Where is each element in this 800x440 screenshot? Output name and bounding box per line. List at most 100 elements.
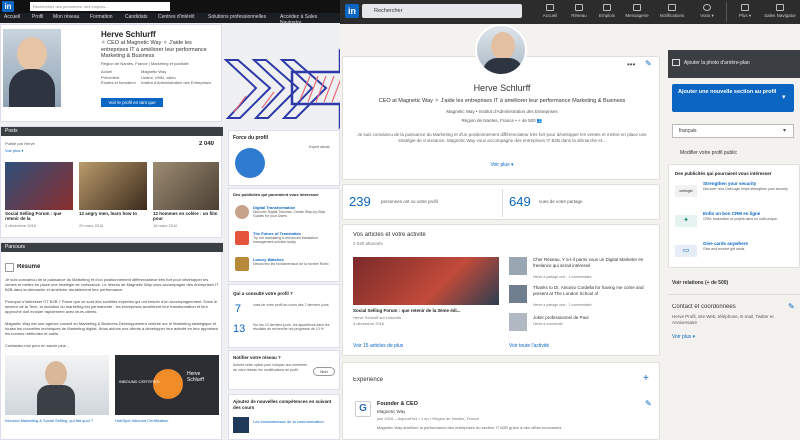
new-ad-title[interactable]: Give cards anywhere — [703, 241, 748, 246]
old-nav-interests[interactable]: Centres d'intérêt — [158, 14, 195, 20]
course-thumbnail[interactable] — [233, 417, 249, 433]
nav-jobs[interactable]: Emplois — [592, 2, 622, 18]
old-media-video-thumbnail[interactable] — [5, 355, 109, 415]
old-post-thumbnail[interactable] — [79, 162, 147, 210]
activity-article-date: 4 décembre 2016 — [353, 321, 385, 326]
new-profile-location: Région de Nantes, France • + de 500 👥 — [461, 118, 543, 123]
add-section-label: Ajouter une nouvelle section au profil — [678, 89, 777, 95]
old-post-title[interactable]: 12 hommes en colère : un film pour — [153, 211, 219, 221]
new-experience-card: Expérience + G Founder & CEO Magnetic Wa… — [342, 362, 660, 440]
activity-article-image[interactable] — [353, 257, 499, 305]
nav-more[interactable]: Plus ▾ — [730, 2, 760, 19]
new-top-bar: in Rechercher Accueil Réseau Emplois Mes… — [340, 0, 800, 24]
old-nav-network[interactable]: Mon réseau — [53, 14, 79, 20]
nav-network[interactable]: Réseau — [564, 2, 594, 18]
old-post-thumbnail[interactable] — [5, 162, 73, 210]
edit-pencil-icon[interactable]: ✎ — [645, 399, 652, 408]
old-viewers-number[interactable]: 13 — [233, 323, 245, 335]
old-courses-card: Ajoutez de nouvelles compétences en suiv… — [228, 394, 340, 440]
new-profile-see-more-link[interactable]: Voir plus ▾ — [343, 162, 661, 168]
old-posts-see-all-link[interactable]: Voir plus ▾ — [5, 148, 23, 153]
summary-icon — [5, 263, 14, 272]
more-options-icon[interactable]: ••• — [627, 60, 635, 69]
old-view-as-button[interactable]: Voir le profil en tant que — [101, 98, 163, 107]
old-post-date: 29 mars 2016 — [79, 223, 104, 228]
old-summary-paragraph: Pourquoi s'intéresser l'IT B2B ? Parce q… — [5, 299, 218, 314]
new-ad-title[interactable]: Enfin un bon CRM en ligne — [703, 211, 760, 216]
new-ad-title[interactable]: Strengthen your security — [703, 181, 756, 186]
see-all-activity-link[interactable]: Voir toute l'activité — [509, 343, 549, 349]
feed-thumbnail[interactable] — [509, 285, 527, 303]
bell-icon — [668, 4, 676, 11]
experience-description: Magnetic Way améliore la performance des… — [377, 425, 562, 430]
old-linkedin-logo[interactable]: in — [2, 1, 14, 12]
edit-pencil-icon[interactable]: ✎ — [788, 302, 795, 311]
old-nav-business[interactable]: Solutions professionnelles — [208, 14, 266, 20]
feed-text[interactable]: Joker professionnel de Paul — [533, 315, 657, 321]
old-summary-contact-line: Contactez-moi pour en savoir plus... — [5, 343, 70, 348]
cover-photo-banner[interactable]: Ajouter la photo d'arrière-plan — [668, 50, 800, 78]
old-nav-training[interactable]: Formation — [90, 14, 113, 20]
stat-number[interactable]: 239 — [349, 194, 371, 209]
old-notify-toggle[interactable]: Non — [313, 367, 335, 376]
old-viewers-number[interactable]: 7 — [235, 303, 241, 315]
old-profile-photo[interactable] — [3, 29, 61, 107]
compass-icon — [776, 4, 784, 11]
nav-sales-navigator[interactable]: Sales Navigator — [760, 2, 800, 18]
nav-messaging[interactable]: Messagerie — [622, 2, 652, 18]
nav-home[interactable]: Accueil — [535, 2, 565, 18]
nav-me[interactable]: Vous ▾ — [692, 2, 722, 19]
old-media-certificate-thumbnail[interactable]: INBOUND CERTIFIED Herve Schlurff — [115, 355, 219, 415]
old-nav-profile[interactable]: Profil — [32, 14, 43, 20]
old-post-title[interactable]: 12 angry men, learn how to — [79, 211, 147, 216]
old-course-title[interactable]: Les fondamentaux de la communication — [253, 419, 337, 424]
language-select[interactable]: français ▾ — [672, 124, 794, 138]
feed-thumbnail[interactable] — [509, 257, 527, 275]
old-media-caption[interactable]: HubSpot Inbound Certification — [115, 418, 219, 423]
old-post-title[interactable]: Social Selling Forum : que retenir de la — [5, 211, 73, 221]
experience-company[interactable]: Magnetic Way — [377, 409, 405, 414]
old-post-date: 16 mars 2016 — [153, 223, 178, 228]
old-nav-candidates[interactable]: Candidats — [125, 14, 148, 20]
edit-pencil-icon[interactable]: ✎ — [645, 59, 652, 68]
network-icon — [575, 4, 583, 11]
stat-number[interactable]: 649 — [509, 194, 531, 209]
old-nav-home[interactable]: Accueil — [4, 14, 20, 20]
old-courses-title: Ajoutez de nouvelles compétences en suiv… — [233, 399, 332, 410]
certificate-name: Herve Schlurff — [187, 371, 204, 383]
new-ads-title: Des publicités qui pourraient vous intér… — [675, 171, 772, 176]
experience-role: Founder & CEO — [377, 401, 418, 407]
feed-thumbnail[interactable] — [509, 313, 527, 331]
nav-notifications[interactable]: Notifications — [654, 2, 690, 18]
new-profile-photo[interactable] — [475, 24, 527, 76]
old-media-caption[interactable]: Inbound Marketing & Social Selling, qui … — [5, 418, 109, 423]
old-strength-level: Expert absolu — [309, 145, 331, 149]
old-post-thumbnail[interactable] — [153, 162, 219, 210]
company-logo-icon[interactable]: G — [355, 401, 371, 417]
old-posts-header: Posts — [1, 127, 223, 136]
old-ads-title: Des publicités qui pourraient vous intér… — [233, 192, 319, 197]
new-search-input[interactable]: Rechercher — [362, 4, 522, 18]
ad-logo-icon: onelogin — [675, 185, 697, 197]
public-profile-link[interactable]: Modifier votre profil public — [680, 150, 737, 156]
feed-text[interactable]: Thanks to Dr. Antonio Cordella for havin… — [533, 285, 657, 296]
new-linkedin-logo[interactable]: in — [345, 4, 359, 18]
activity-article-title[interactable]: Social Selling Forum : que retenir de la… — [353, 308, 499, 313]
add-background-photo-link[interactable]: Ajouter la photo d'arrière-plan — [684, 60, 750, 66]
old-notify-card: Notifier votre réseau ? Activez cette op… — [228, 350, 340, 390]
see-more-articles-link[interactable]: Voir 15 articles de plus — [353, 343, 403, 349]
feed-text[interactable]: Cher Réseau, Y a-t-il parmi vous un Digi… — [533, 257, 657, 268]
old-nav-sales-navigator[interactable]: Accédez à Sales Navigator — [280, 14, 340, 26]
old-search-input[interactable]: Recherchez des personnes, des emplois... — [30, 2, 170, 11]
home-icon — [546, 4, 554, 11]
old-summary-paragraph: Je suis convaincu de la puissance du Mar… — [5, 277, 219, 292]
feed-meta: Herve a commenté — [533, 322, 563, 326]
nav-label: Sales Navigator — [764, 13, 796, 18]
old-posts-count: 2 040 — [199, 141, 215, 147]
add-section-button[interactable]: Ajouter une nouvelle section au profil ▾ — [672, 84, 794, 112]
new-stats-card: 239 personnes ont vu votre profil 649 vu… — [342, 184, 660, 220]
inbound-badge-text: INBOUND CERTIFIED — [119, 379, 160, 384]
contact-see-more-link[interactable]: Voir plus ▾ — [672, 334, 695, 340]
add-experience-icon[interactable]: + — [643, 373, 649, 384]
relations-link[interactable]: Voir relations (+ de 500) — [672, 280, 728, 286]
